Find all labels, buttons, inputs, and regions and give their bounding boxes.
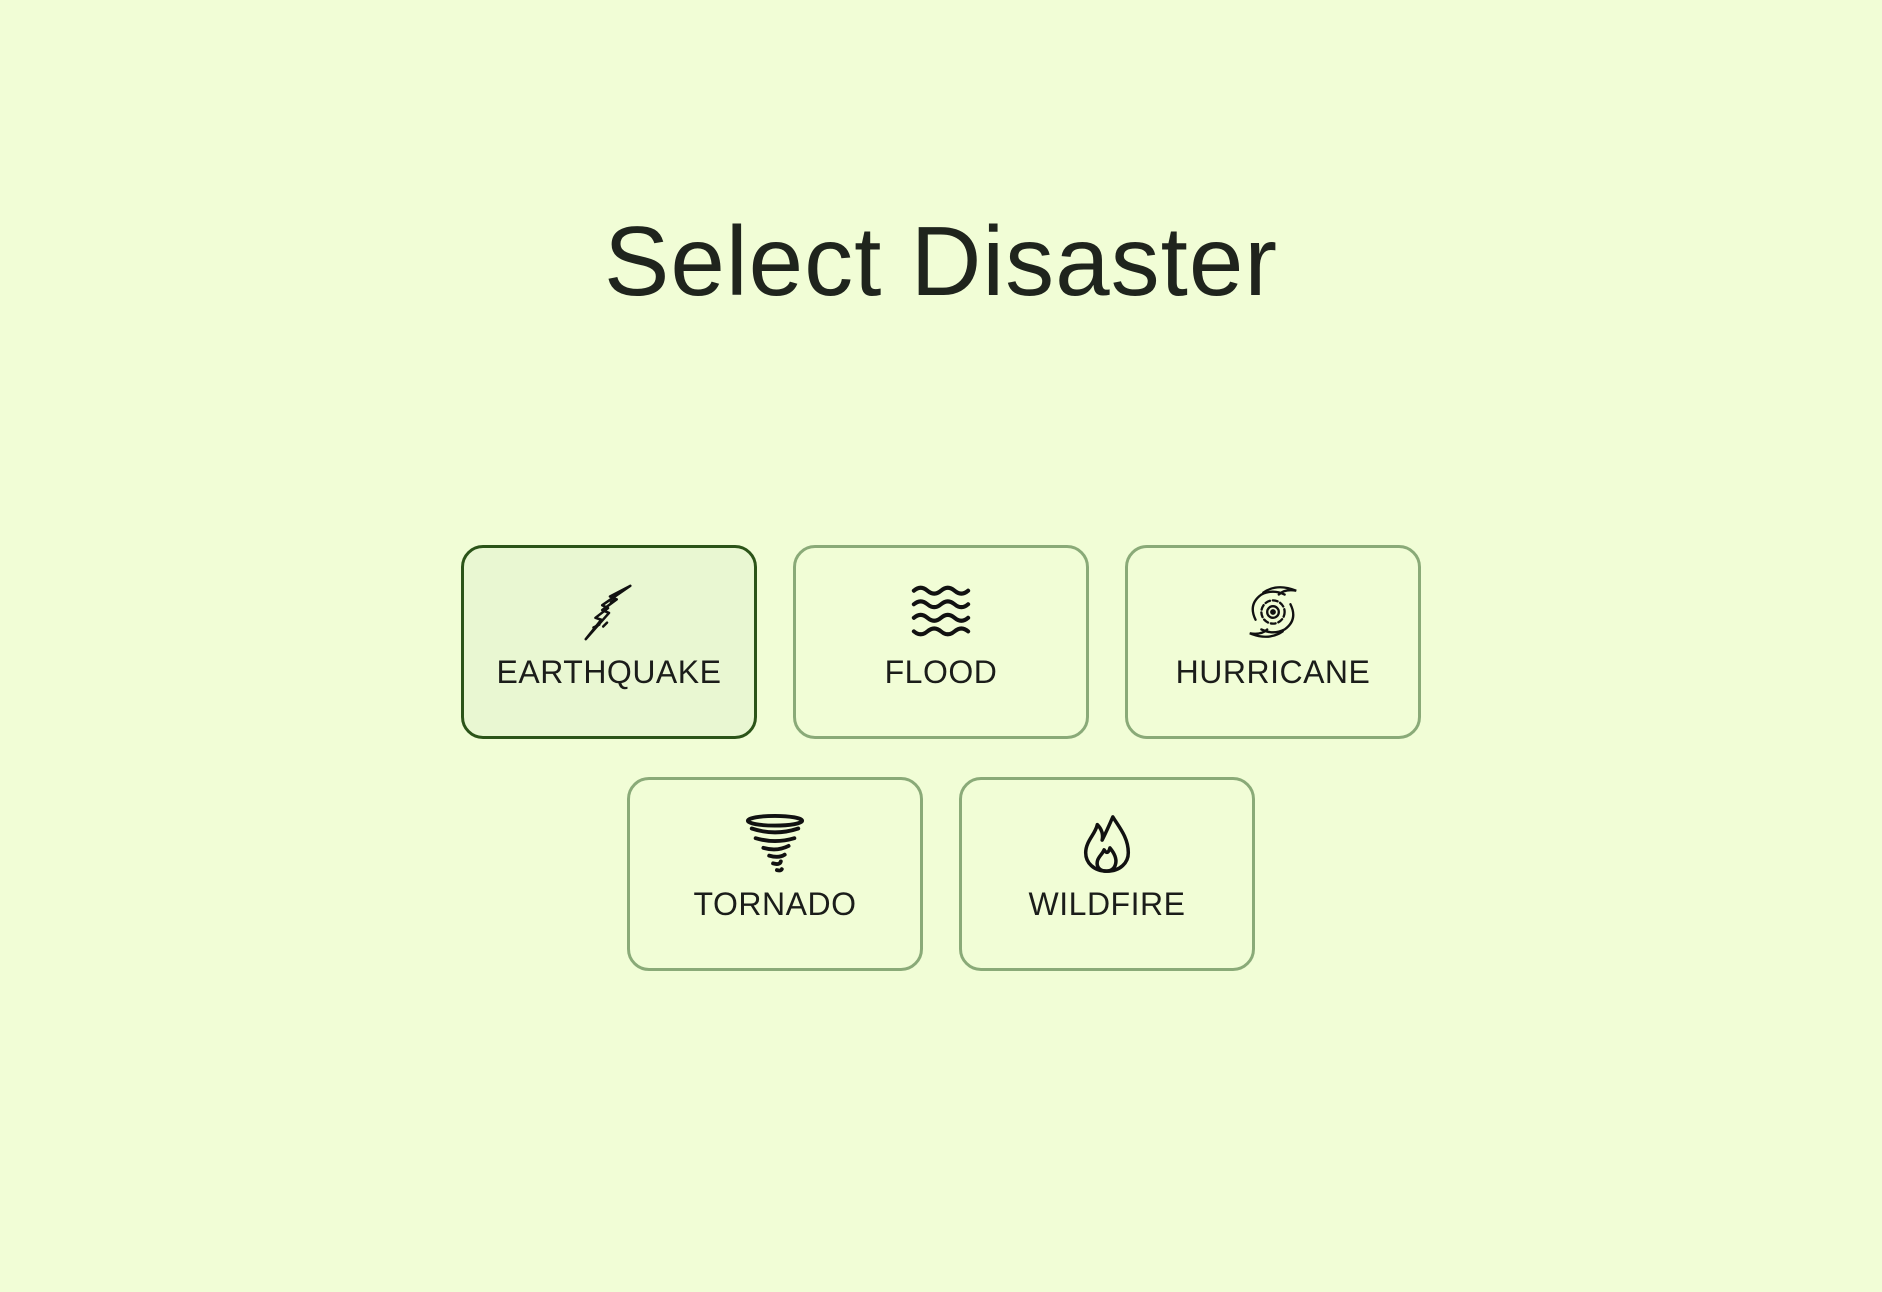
page-title: Select Disaster [603,206,1278,316]
flood-icon [909,580,973,644]
hurricane-icon [1241,580,1305,644]
earthquake-option-button[interactable]: EARTHQUAKE [461,545,757,739]
earthquake-label: EARTHQUAKE [496,654,722,690]
earthquake-icon [577,580,641,644]
tornado-label: TORNADO [693,886,857,922]
flood-label: FLOOD [884,654,998,690]
wildfire-option-button[interactable]: WILDFIRE [959,777,1255,971]
tornado-icon [743,812,807,876]
tornado-option-button[interactable]: TORNADO [627,777,923,971]
wildfire-icon [1075,812,1139,876]
flood-option-button[interactable]: FLOOD [793,545,1089,739]
hurricane-option-button[interactable]: HURRICANE [1125,545,1421,739]
hurricane-label: HURRICANE [1175,654,1371,690]
wildfire-label: WILDFIRE [1028,886,1186,922]
